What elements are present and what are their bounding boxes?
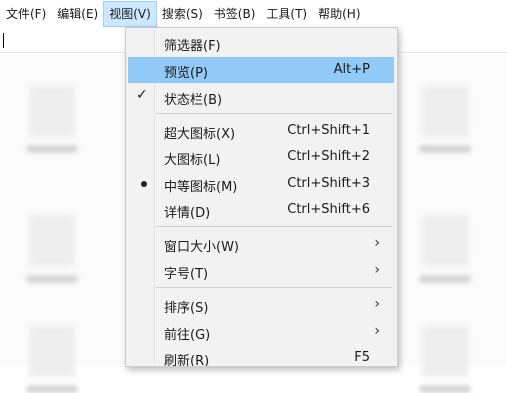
shortcut-label: Ctrl+Shift+2 (287, 149, 370, 164)
menu-file[interactable]: 文件(F) (1, 2, 51, 26)
text-caret (3, 33, 4, 48)
menu-bar: 文件(F) 编辑(E) 视图(V) 搜索(S) 书签(B) 工具(T) 帮助(H… (0, 0, 507, 28)
menu-view[interactable]: 视图(V) (103, 1, 157, 27)
chevron-right-icon: › (374, 235, 380, 251)
shortcut-label: Ctrl+Shift+1 (287, 123, 370, 138)
result-item[interactable] (22, 325, 82, 393)
radio-bullet-icon (141, 181, 147, 187)
menu-item-medium-icons[interactable]: 中等图标(M) Ctrl+Shift+3 (128, 171, 394, 197)
shortcut-label: F5 (354, 350, 370, 365)
menu-item-window-size[interactable]: 窗口大小(W) › (128, 231, 394, 257)
file-caption (26, 275, 78, 283)
file-thumbnail (29, 215, 75, 267)
shortcut-label: Ctrl+Shift+6 (287, 202, 370, 217)
file-thumbnail (29, 85, 75, 137)
menu-bookmarks[interactable]: 书签(B) (209, 2, 261, 26)
menu-item-label: 前往(G) (164, 328, 211, 343)
menu-item-label: 刷新(R) (164, 354, 210, 367)
menu-item-label: 大图标(L) (164, 153, 221, 168)
menu-item-label: 中等图标(M) (164, 180, 238, 195)
result-item[interactable] (22, 215, 82, 283)
menu-item-label: 筛选器(F) (164, 39, 221, 54)
view-menu-dropdown: 筛选器(F) 预览(P) Alt+P ✓ 状态栏(B) 超大图标(X) Ctrl… (125, 27, 398, 367)
menu-tools[interactable]: 工具(T) (261, 2, 312, 26)
shortcut-label: Alt+P (333, 62, 370, 77)
shortcut-label: Ctrl+Shift+3 (287, 176, 370, 191)
file-caption (26, 385, 78, 393)
file-caption (419, 385, 471, 393)
menu-item-large-icons[interactable]: 大图标(L) Ctrl+Shift+2 (128, 144, 394, 170)
menu-item-label: 预览(P) (164, 66, 208, 81)
menu-item-label: 超大图标(X) (164, 127, 236, 142)
result-item[interactable] (415, 215, 475, 283)
result-item[interactable] (415, 325, 475, 393)
menu-separator (156, 113, 392, 114)
chevron-right-icon: › (374, 262, 380, 278)
menu-item-extra-large-icons[interactable]: 超大图标(X) Ctrl+Shift+1 (128, 118, 394, 144)
menu-item-preview[interactable]: 预览(P) Alt+P (128, 57, 394, 83)
menu-separator (156, 287, 392, 288)
menu-item-label: 窗口大小(W) (164, 240, 239, 255)
menu-item-details[interactable]: 详情(D) Ctrl+Shift+6 (128, 197, 394, 223)
file-thumbnail (422, 215, 468, 267)
menu-item-sort[interactable]: 排序(S) › (128, 292, 394, 318)
file-caption (419, 145, 471, 153)
file-caption (419, 275, 471, 283)
menu-item-label: 排序(S) (164, 301, 209, 316)
menu-item-refresh[interactable]: 刷新(R) F5 (128, 345, 394, 367)
chevron-right-icon: › (374, 323, 380, 339)
checkmark-icon: ✓ (136, 87, 148, 103)
chevron-right-icon: › (374, 296, 380, 312)
menu-edit[interactable]: 编辑(E) (52, 2, 103, 26)
menu-item-statusbar[interactable]: ✓ 状态栏(B) (128, 84, 394, 110)
menu-help[interactable]: 帮助(H) (313, 2, 365, 26)
file-thumbnail (29, 325, 75, 377)
menu-item-font-size[interactable]: 字号(T) › (128, 258, 394, 284)
menu-item-filter[interactable]: 筛选器(F) (128, 30, 394, 56)
result-item[interactable] (415, 85, 475, 153)
result-item[interactable] (22, 85, 82, 153)
menu-item-label: 状态栏(B) (164, 93, 223, 108)
file-thumbnail (422, 85, 468, 137)
file-caption (26, 145, 78, 153)
menu-item-label: 字号(T) (164, 267, 209, 282)
menu-item-label: 详情(D) (164, 206, 211, 221)
menu-separator (156, 226, 392, 227)
file-thumbnail (422, 325, 468, 377)
menu-item-goto[interactable]: 前往(G) › (128, 319, 394, 345)
menu-search[interactable]: 搜索(S) (157, 2, 208, 26)
